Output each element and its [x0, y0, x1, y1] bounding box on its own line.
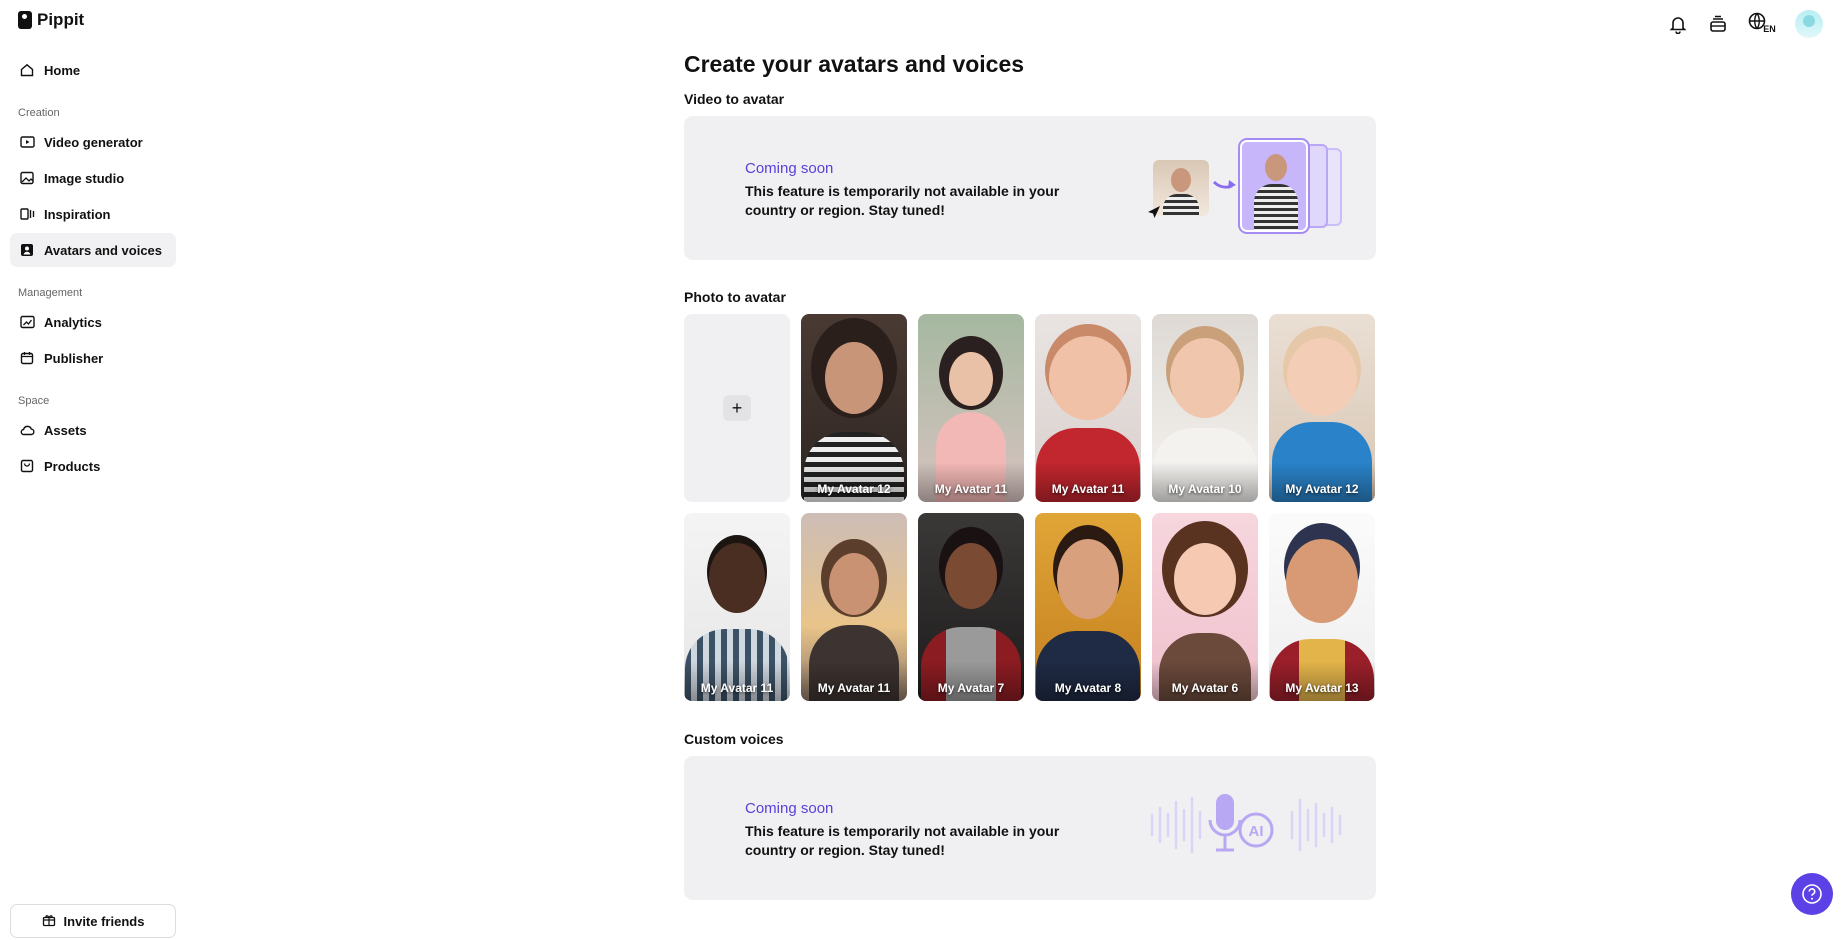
avatar-card[interactable]: My Avatar 8	[1035, 513, 1141, 701]
app-name: Pippit	[37, 10, 85, 29]
avatar-card[interactable]: My Avatar 13	[1269, 513, 1375, 701]
cursor-icon	[1148, 206, 1160, 218]
avatar-icon	[19, 242, 35, 258]
sidebar-item-assets[interactable]: Assets	[10, 413, 176, 447]
sidebar-item-label: Products	[44, 458, 101, 474]
stack-icon[interactable]	[1707, 13, 1729, 35]
sidebar-item-publisher[interactable]: Publisher	[10, 341, 176, 375]
language-code: EN	[1763, 24, 1776, 34]
avatar-grid: + My Avatar 12 My Avatar 11 My Avatar 11…	[684, 314, 1376, 701]
main-content: Create your avatars and voices Video to …	[684, 51, 1376, 929]
avatar-card[interactable]: My Avatar 11	[918, 314, 1024, 502]
avatar-name: My Avatar 12	[1285, 482, 1359, 496]
add-avatar-button[interactable]: +	[684, 314, 790, 502]
plus-icon: +	[723, 395, 751, 421]
calendar-icon	[19, 350, 35, 366]
avatar-name: My Avatar 11	[934, 482, 1008, 496]
pippit-logo-icon	[18, 11, 32, 29]
sidebar-item-label: Assets	[44, 422, 87, 438]
sidebar-item-label: Inspiration	[44, 206, 111, 222]
bell-icon[interactable]	[1667, 13, 1689, 35]
section-label-management: Management	[18, 287, 83, 299]
sidebar-item-label: Avatars and voices	[44, 242, 163, 258]
section-label-creation: Creation	[18, 107, 60, 119]
unavailable-message: This feature is temporarily not availabl…	[745, 183, 1060, 218]
avatar-name: My Avatar 12	[817, 482, 891, 496]
help-button[interactable]	[1791, 873, 1833, 915]
sidebar-item-inspiration[interactable]: Inspiration	[10, 197, 176, 231]
avatar-card[interactable]: My Avatar 11	[1035, 314, 1141, 502]
section-title-video-to-avatar: Video to avatar	[684, 91, 785, 107]
avatar-card[interactable]: My Avatar 11	[801, 513, 907, 701]
voice-waveform-illustration: AI	[1146, 790, 1346, 860]
home-icon	[19, 62, 35, 78]
avatar-name: My Avatar 13	[1285, 681, 1359, 695]
arrow-icon	[1212, 180, 1236, 189]
sidebar-item-label: Home	[44, 62, 81, 78]
sidebar-item-label: Analytics	[44, 314, 102, 330]
sidebar-item-image-studio[interactable]: Image studio	[10, 161, 176, 195]
avatar-card[interactable]: My Avatar 12	[801, 314, 907, 502]
invite-friends-button[interactable]: Invite friends	[10, 904, 176, 938]
video-to-avatar-card: Coming soon This feature is temporarily …	[684, 116, 1376, 260]
avatar-name: My Avatar 10	[1168, 482, 1242, 496]
avatar-name: My Avatar 6	[1171, 681, 1239, 695]
user-avatar[interactable]	[1795, 10, 1823, 38]
avatar-name: My Avatar 7	[937, 681, 1005, 695]
video-to-avatar-illustration	[1144, 140, 1354, 240]
section-title-photo-to-avatar: Photo to avatar	[684, 289, 786, 305]
section-label-space: Space	[18, 395, 50, 407]
custom-voices-card: Coming soon This feature is temporarily …	[684, 756, 1376, 900]
sidebar-item-analytics[interactable]: Analytics	[10, 305, 176, 339]
sidebar-item-avatars-and-voices[interactable]: Avatars and voices	[10, 233, 176, 267]
svg-text:AI: AI	[1249, 823, 1264, 840]
coming-soon-label: Coming soon	[745, 160, 834, 177]
coming-soon-label: Coming soon	[745, 800, 834, 817]
avatar-card[interactable]: My Avatar 10	[1152, 314, 1258, 502]
waveform-icon: AI	[1150, 794, 1342, 854]
image-icon	[19, 170, 35, 186]
avatar-name: My Avatar 11	[700, 681, 774, 695]
inspiration-icon	[19, 206, 35, 222]
product-icon	[19, 458, 35, 474]
language-button[interactable]: EN	[1747, 12, 1777, 35]
logo[interactable]: Pippit	[18, 10, 84, 30]
gift-icon	[42, 913, 56, 930]
sidebar-item-video-generator[interactable]: Video generator	[10, 125, 176, 159]
sidebar-item-label: Publisher	[44, 350, 104, 366]
question-icon	[1802, 884, 1822, 904]
invite-label: Invite friends	[63, 913, 145, 929]
sidebar-item-home[interactable]: Home	[10, 53, 176, 87]
avatar-card[interactable]: My Avatar 6	[1152, 513, 1258, 701]
avatar-name: My Avatar 8	[1054, 681, 1122, 695]
analytics-icon	[19, 314, 35, 330]
avatar-card[interactable]: My Avatar 11	[684, 513, 790, 701]
unavailable-message: This feature is temporarily not availabl…	[745, 823, 1060, 858]
section-title-custom-voices: Custom voices	[684, 731, 784, 747]
avatar-card[interactable]: My Avatar 12	[1269, 314, 1375, 502]
cloud-icon	[19, 422, 35, 438]
sidebar-item-label: Image studio	[44, 170, 125, 186]
video-icon	[19, 134, 35, 150]
sidebar-item-label: Video generator	[44, 134, 143, 150]
header-actions: EN	[1667, 10, 1823, 38]
page-title: Create your avatars and voices	[684, 51, 1025, 77]
sidebar: Pippit Home Creation Video generator Ima…	[0, 0, 185, 940]
avatar-name: My Avatar 11	[817, 681, 891, 695]
avatar-name: My Avatar 11	[1051, 482, 1125, 496]
sidebar-item-products[interactable]: Products	[10, 449, 176, 483]
avatar-card[interactable]: My Avatar 7	[918, 513, 1024, 701]
